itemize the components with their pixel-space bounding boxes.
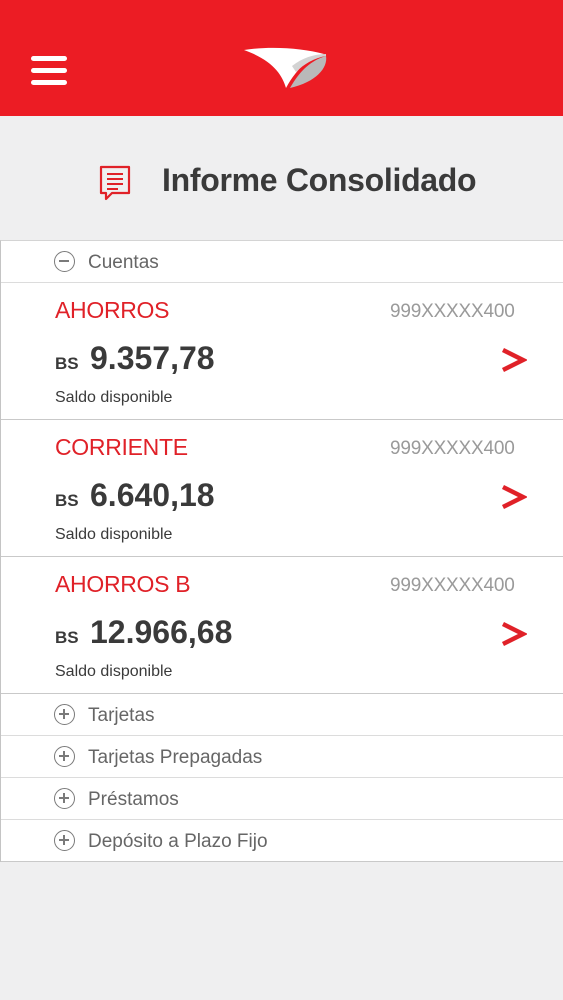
account-type: AHORROS B [55, 571, 191, 597]
section-tarjetas[interactable]: Tarjetas [1, 694, 563, 736]
document-icon [99, 165, 131, 201]
expand-icon [54, 704, 75, 725]
account-card[interactable]: AHORROS B 999XXXXX400 BS 12.966,68 Saldo… [1, 557, 563, 694]
section-cuentas[interactable]: Cuentas [1, 241, 563, 283]
section-tarjetas-prepagadas[interactable]: Tarjetas Prepagadas [1, 736, 563, 778]
account-balance: 9.357,78 [90, 340, 215, 376]
chevron-right-icon[interactable] [501, 343, 527, 377]
consolidated-panel: Cuentas AHORROS 999XXXXX400 BS 9.357,78 … [0, 240, 563, 862]
expand-icon [54, 830, 75, 851]
page-title-row: Informe Consolidado [0, 116, 563, 240]
expand-icon [54, 746, 75, 767]
section-deposito-plazo-fijo[interactable]: Depósito a Plazo Fijo [1, 820, 563, 862]
section-label: Préstamos [88, 789, 179, 810]
section-label: Cuentas [88, 252, 159, 273]
account-type: CORRIENTE [55, 434, 188, 460]
account-number: 999XXXXX400 [390, 575, 515, 596]
balance-label: Saldo disponible [55, 389, 173, 406]
account-balance: 12.966,68 [90, 614, 233, 650]
account-type: AHORROS [55, 297, 170, 323]
account-balance: 6.640,18 [90, 477, 215, 513]
hamburger-menu-icon[interactable] [31, 55, 67, 87]
section-label: Depósito a Plazo Fijo [88, 831, 268, 852]
balance-label: Saldo disponible [55, 663, 173, 680]
section-label: Tarjetas Prepagadas [88, 747, 263, 768]
section-label: Tarjetas [88, 705, 155, 726]
section-prestamos[interactable]: Préstamos [1, 778, 563, 820]
chevron-right-icon[interactable] [501, 480, 527, 514]
balance-label: Saldo disponible [55, 526, 173, 543]
expand-icon [54, 788, 75, 809]
chevron-right-icon[interactable] [501, 617, 527, 651]
collapse-icon [54, 251, 75, 272]
currency-label: BS [55, 628, 79, 647]
app-header [0, 0, 563, 116]
currency-label: BS [55, 491, 79, 510]
currency-label: BS [55, 354, 79, 373]
account-card[interactable]: CORRIENTE 999XXXXX400 BS 6.640,18 Saldo … [1, 420, 563, 557]
account-number: 999XXXXX400 [390, 438, 515, 459]
bank-logo-icon [244, 47, 327, 88]
page-title: Informe Consolidado [162, 162, 477, 198]
account-card[interactable]: AHORROS 999XXXXX400 BS 9.357,78 Saldo di… [1, 283, 563, 420]
account-number: 999XXXXX400 [390, 301, 515, 322]
